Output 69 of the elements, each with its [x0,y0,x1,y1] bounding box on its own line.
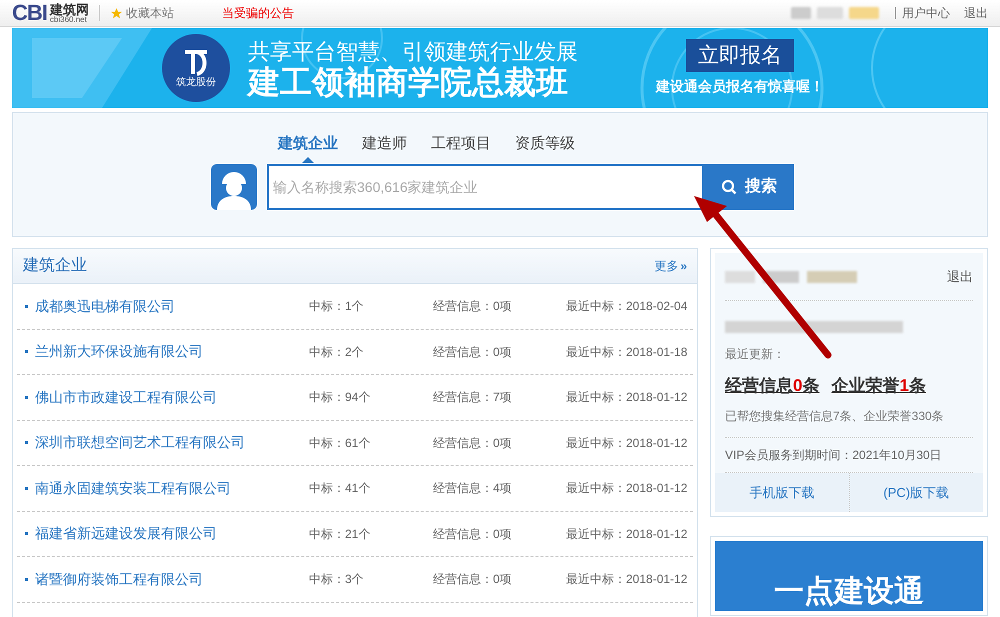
company-link[interactable]: 福建省新远建设发展有限公司 [35,523,217,544]
signup-button[interactable]: 立即报名 [686,38,794,72]
bid-count: 中标：61个 [309,434,372,452]
emblem-text: 筑龙股份 [176,78,216,88]
company-link[interactable]: 深圳市联想空间艺术工程有限公司 [35,432,245,454]
bid-count: 中标：1个 [309,298,365,316]
search-tab[interactable]: 资质等级 [515,133,575,162]
business-info: 经营信息：0项 [433,526,513,543]
summary-text: 已帮您搜集经营信息7条、企业荣誉330条 [725,406,973,438]
company-link[interactable]: 成都奥迅电梯有限公司 [35,296,175,317]
banner-headline: 共享平台智慧、引领建筑行业发展 [248,38,578,65]
bullet-icon [25,396,28,399]
bid-count: 中标：21个 [309,526,372,543]
bullet-icon [25,441,28,444]
redacted-text-bar [791,7,811,19]
bid-count: 中标：3个 [309,571,365,588]
logo-domain: cbi360.net [50,16,87,24]
latest-bid-date: 最近中标：2018-01-18 [566,344,688,361]
company-link[interactable]: 兰州新大环保设施有限公司 [35,341,203,362]
bullet-icon [25,350,28,354]
banner-title: 建工领袖商学院总裁班 [248,66,569,98]
latest-bid-date: 最近中标：2018-01-12 [566,526,688,543]
company-link[interactable]: 南通永固建筑安装工程有限公司 [35,478,231,499]
bookmark-link[interactable]: 收藏本站 [110,4,174,22]
bid-count: 中标：2个 [309,344,365,361]
search-field[interactable]: 输入名称搜索360,616家建筑企业 [267,164,704,210]
ad-banner[interactable]: 一点建设通 [710,536,988,616]
download-link[interactable]: (PC)版下载 [848,472,983,512]
search-button[interactable]: 搜索 [704,164,794,210]
notice-link[interactable]: 当受骗的公告 [222,4,294,22]
top-link[interactable]: 退出 [964,4,988,22]
business-info: 经营信息：0项 [433,434,513,452]
latest-bid-date: 最近中标：2018-01-12 [566,434,688,452]
redacted-text-bar [849,7,879,19]
business-info: 经营信息：0项 [433,344,513,361]
search-tab[interactable]: 建造师 [362,133,407,162]
logo-name: 建筑网 [50,2,89,16]
latest-bid-date: 最近中标：2018-01-12 [566,389,688,406]
latest-bid-date: 最近中标：2018-02-04 [566,298,688,316]
panel-title: 建筑企业 [23,256,87,276]
star-icon [110,6,123,20]
business-info: 经营信息：0项 [433,298,513,316]
logo-mark: CBI [12,2,47,24]
logout-link[interactable]: 退出 [947,266,973,286]
bullet-icon [25,486,28,490]
bullet-icon [25,304,28,308]
bid-count: 中标：94个 [309,389,372,406]
top-link[interactable]: 用户中心 [902,4,950,22]
worker-avatar-icon [211,164,257,210]
redacted-text-bar [725,270,755,282]
banner-promo: 建设通会员报名有惊喜喔！ [656,77,824,96]
business-info: 经营信息：7项 [433,389,513,406]
company-link[interactable]: 佛山市市政建设工程有限公司 [35,386,217,408]
latest-bid-date: 最近中标：2018-01-12 [566,571,688,588]
more-link[interactable]: 更多 » [654,257,687,275]
redacted-text-bar [817,7,843,19]
recent-label: 最近更新： [725,346,786,363]
bullet-icon [25,578,28,581]
search-tab[interactable]: 工程项目 [431,133,491,162]
business-info: 经营信息：0项 [433,571,513,588]
company-link[interactable]: 诸暨御府装饰工程有限公司 [35,568,203,590]
redacted-text-bar [807,270,857,282]
bullet-icon [25,532,28,536]
business-info: 经营信息：4项 [433,480,513,498]
search-icon [721,179,737,195]
download-link[interactable]: 手机版下载 [715,472,848,512]
ad-text: 一点建设通 [774,577,924,607]
latest-bid-date: 最近中标：2018-01-12 [566,480,688,498]
bid-count: 中标：41个 [309,480,372,498]
